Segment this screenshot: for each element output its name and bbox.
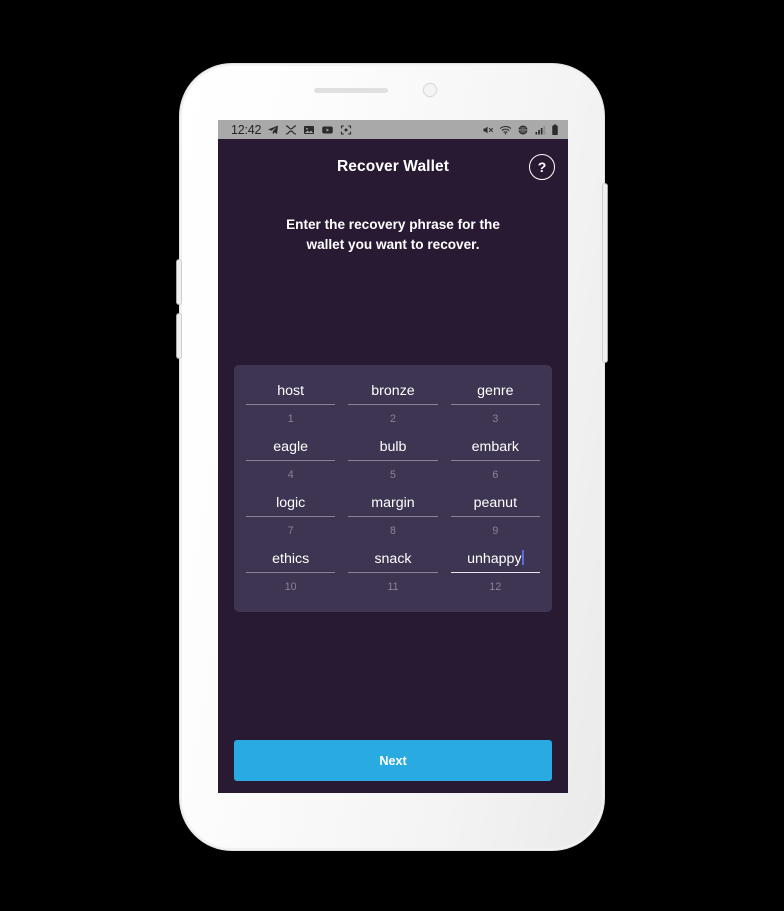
word-field-number: 9	[492, 525, 499, 538]
youtube-play-icon	[322, 126, 334, 133]
instruction-line-2: wallet you want to recover.	[306, 237, 480, 253]
instruction-line-1: Enter the recovery phrase for the	[286, 217, 500, 232]
word-field-number: 5	[390, 469, 396, 482]
help-icon[interactable]: ?	[529, 154, 555, 180]
volume-down-button[interactable]	[177, 314, 181, 358]
image-icon	[304, 125, 315, 134]
volume-up-button[interactable]	[177, 260, 181, 304]
power-button[interactable]	[603, 184, 607, 362]
word-field-value: bulb	[379, 438, 407, 455]
phone-screen: 12:42 Recover Wallet ? Enter the recover…	[218, 120, 568, 793]
word-field-value: margin	[371, 494, 415, 511]
word-field-number: 12	[489, 581, 502, 594]
recovery-phrase-panel: host 1 bronze 2 genre 3 eagle 4 bulb 5 embark 6 logi…	[234, 365, 552, 612]
word-field-value: logic	[276, 494, 306, 511]
page-title: Recover Wallet	[337, 158, 449, 175]
word-field-number: 2	[390, 413, 396, 426]
status-bar-clock: 12:42	[231, 122, 262, 137]
recovery-phrase-grid: host 1 bronze 2 genre 3 eagle 4 bulb 5 embark 6 logi…	[246, 380, 540, 604]
word-field-number: 6	[492, 469, 499, 482]
wifi-icon	[499, 125, 512, 135]
sync-rotate-icon	[518, 125, 528, 134]
mute-icon	[483, 126, 493, 133]
word-field-12[interactable]: unhappy 12	[450, 548, 540, 604]
text-cursor	[521, 549, 524, 565]
word-field-value: bronze	[371, 383, 415, 399]
word-field-9[interactable]: peanut 9	[450, 492, 540, 548]
word-field-2[interactable]: bronze 2	[348, 380, 438, 436]
word-field-4[interactable]: eagle 4	[246, 436, 336, 492]
word-field-value: genre	[477, 383, 514, 399]
word-field-value: embark	[471, 438, 519, 455]
word-field-value: ethics	[272, 550, 310, 567]
phone-mockup: 12:42 Recover Wallet ? Enter the recover…	[177, 64, 607, 850]
word-field-number: 11	[387, 580, 399, 593]
word-field-5[interactable]: bulb 5	[348, 436, 438, 492]
help-icon-label: ?	[537, 159, 547, 175]
next-button[interactable]: Next	[234, 740, 552, 781]
word-field-number: 1	[287, 413, 294, 426]
screenshot-canvas: 12:42 Recover Wallet ? Enter the recover…	[0, 0, 784, 911]
earpiece-speaker	[314, 88, 388, 93]
status-bar: 12:42	[218, 120, 568, 139]
status-bar-right	[482, 124, 559, 136]
front-camera-icon	[424, 84, 436, 96]
shuffle-x-icon	[286, 124, 297, 135]
word-field-number: 8	[390, 525, 396, 538]
status-bar-left: 12:42	[231, 123, 352, 137]
telegram-send-icon	[268, 125, 279, 134]
screenshot-crop-icon	[341, 124, 352, 135]
instruction-text: Enter the recovery phrase for the wallet…	[248, 215, 538, 255]
word-field-6[interactable]: embark 6	[450, 436, 540, 492]
word-field-7[interactable]: logic 7	[246, 492, 336, 548]
word-field-value: unhappy	[467, 549, 524, 567]
app-bar: Recover Wallet ?	[218, 139, 568, 195]
word-field-value: eagle	[273, 438, 309, 455]
word-field-value: peanut	[473, 494, 518, 511]
word-field-1[interactable]: host 1	[246, 380, 336, 436]
word-field-number: 7	[287, 525, 294, 538]
signal-bars-icon	[535, 125, 546, 134]
word-field-10[interactable]: ethics 10	[246, 548, 336, 604]
word-field-8[interactable]: margin 8	[348, 492, 438, 548]
word-field-value: snack	[374, 550, 412, 567]
battery-icon	[552, 124, 558, 135]
word-field-3[interactable]: genre 3	[450, 380, 540, 436]
word-field-number: 3	[492, 413, 499, 426]
word-field-number: 4	[287, 469, 294, 482]
word-field-value: host	[277, 383, 305, 399]
word-field-11[interactable]: snack 11	[348, 548, 438, 604]
word-field-number: 10	[284, 580, 297, 593]
